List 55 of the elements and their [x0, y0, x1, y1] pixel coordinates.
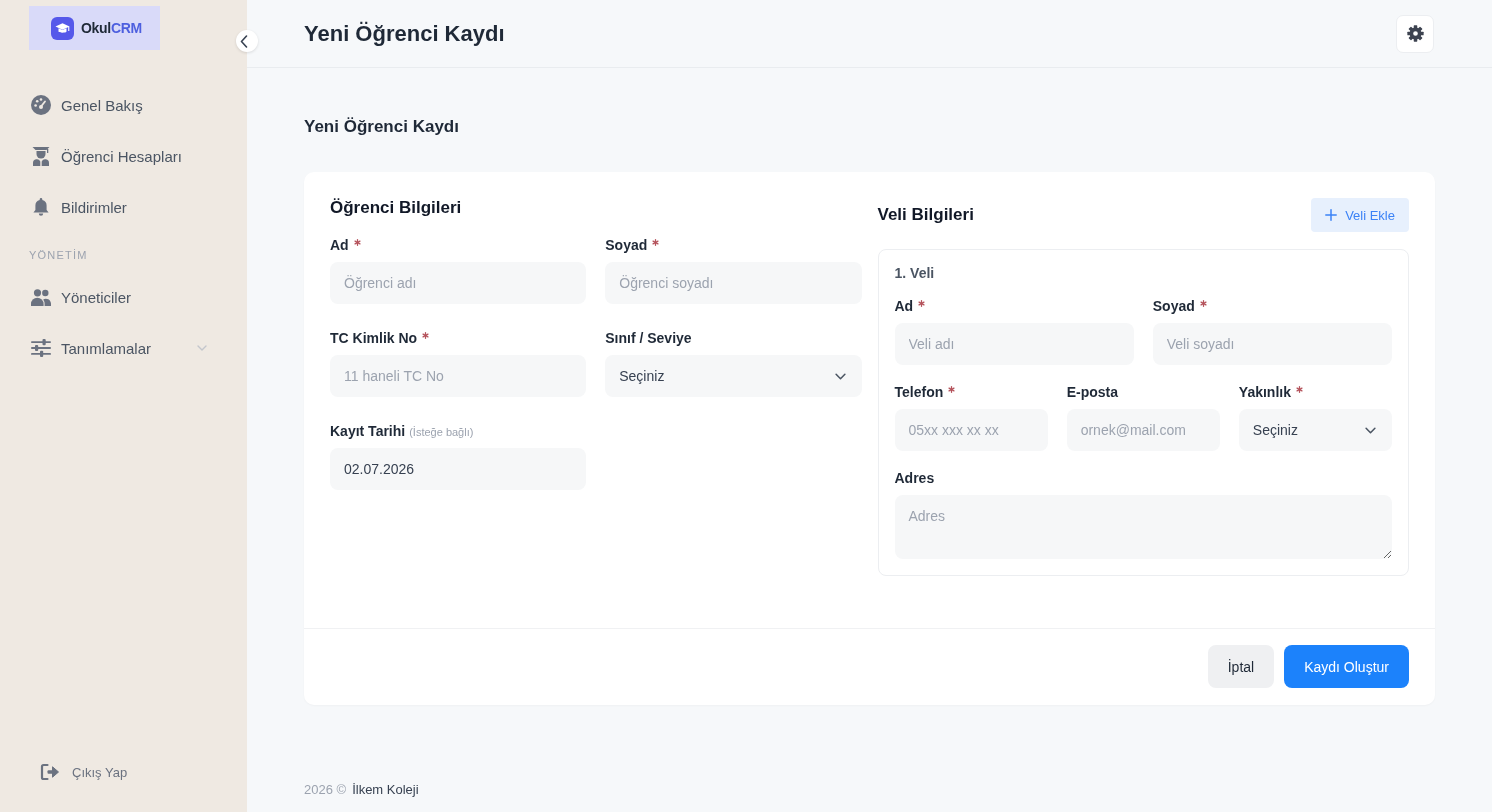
- date-input[interactable]: 02.07.2026: [330, 448, 587, 490]
- logout-link[interactable]: Çıkış Yap: [40, 762, 247, 782]
- student-icon: [31, 146, 51, 166]
- submit-button[interactable]: Kaydı Oluştur: [1284, 645, 1409, 688]
- dropdown[interactable]: Seçiniz: [605, 355, 862, 397]
- field-label: Yakınlık: [1238, 383, 1291, 401]
- settings-icon: [1406, 25, 1424, 42]
- field-label: Kayıt Tarihi: [330, 422, 406, 440]
- logo-text: OkulCRM: [81, 20, 142, 36]
- nav-item[interactable]: Bildirimler: [22, 187, 225, 227]
- text-area[interactable]: Adres: [894, 495, 1392, 559]
- header-title: Yeni Öğrenci Kaydı: [304, 20, 505, 47]
- field-label: Soyad: [605, 236, 648, 254]
- add-guardian-button[interactable]: Veli Ekle: [1311, 198, 1409, 232]
- cancel-button[interactable]: İptal: [1207, 645, 1275, 688]
- text-input[interactable]: 05xx xxx xx xx: [894, 409, 1048, 451]
- chevron-down-icon: [1365, 426, 1376, 434]
- dropdown[interactable]: Seçiniz: [1238, 409, 1392, 451]
- text-input[interactable]: Öğrenci soyadı: [605, 262, 862, 304]
- page-title: Yeni Öğrenci Kaydı: [304, 117, 460, 137]
- field-label: Soyad: [1152, 297, 1195, 315]
- nav-item[interactable]: Genel Bakış: [22, 85, 225, 125]
- text-input[interactable]: Veli soyadı: [1152, 323, 1392, 365]
- section-title: Öğrenci Bilgileri: [330, 198, 463, 218]
- optional-hint: (İsteğe bağlı): [409, 425, 474, 439]
- sliders-icon: [31, 339, 51, 357]
- field-label: Sınıf / Seviye: [605, 329, 692, 347]
- text-input[interactable]: Öğrenci adı: [330, 262, 587, 304]
- nav-item[interactable]: Öğrenci Hesapları: [22, 136, 225, 176]
- graduation-cap-icon: [51, 16, 74, 40]
- text-input[interactable]: ornek@mail.com: [1066, 409, 1220, 451]
- gauge-icon: [31, 95, 51, 115]
- bell-icon: [31, 197, 51, 217]
- nav-item[interactable]: Yöneticiler: [22, 277, 225, 317]
- chevron-left-icon: [240, 34, 248, 48]
- chevron-down-icon: [834, 372, 846, 380]
- guardian-title: 1. Veli: [894, 265, 936, 282]
- field-label: TC Kimlik No: [330, 329, 418, 347]
- field-label: Ad: [330, 236, 349, 254]
- nav-section-heading: YÖNETİM: [29, 248, 89, 262]
- users-icon: [31, 288, 51, 306]
- field-label: Adres: [894, 469, 935, 487]
- plus-icon: [1325, 209, 1338, 221]
- text-input[interactable]: Veli adı: [894, 323, 1134, 365]
- copyright-text: 2026 ©: [304, 782, 347, 798]
- school-name: İlkem Koleji: [352, 782, 419, 798]
- collapse-button[interactable]: [236, 30, 258, 52]
- section-title: Veli Bilgileri: [877, 205, 974, 225]
- settings-button[interactable]: [1396, 14, 1434, 53]
- nav-item[interactable]: Tanımlamalar: [22, 328, 225, 368]
- field-label: Telefon: [894, 383, 944, 401]
- text-input[interactable]: 11 haneli TC No: [330, 355, 587, 397]
- field-label: Ad: [894, 297, 914, 315]
- field-label: E-posta: [1066, 383, 1118, 401]
- logout-icon: [40, 763, 60, 781]
